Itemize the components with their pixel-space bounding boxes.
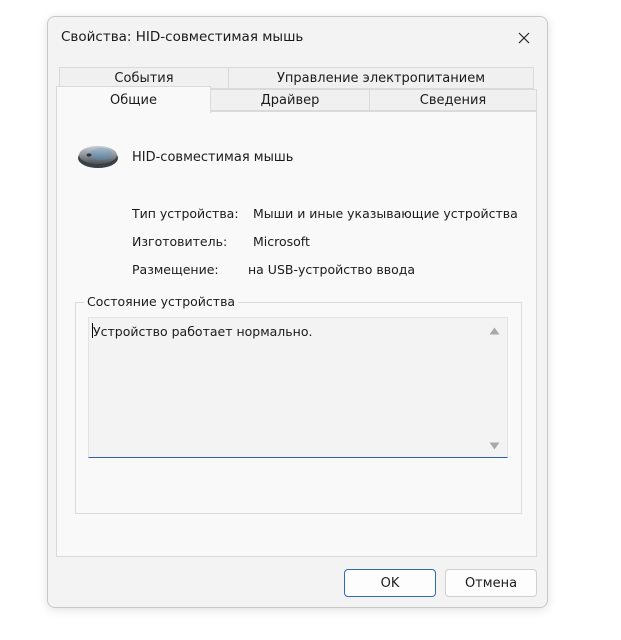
scroll-down-button[interactable] (488, 441, 501, 451)
device-status-group: Состояние устройства Устройство работает… (75, 294, 522, 514)
device-name: HID-совместимая мышь (132, 150, 294, 165)
device-status-text: Устройство работает нормально. (93, 324, 313, 339)
tab-power-management[interactable]: Управление электропитанием (228, 67, 534, 89)
location-label: Размещение: (132, 262, 219, 277)
device-type-value: Мыши и иные указывающие устройства (253, 206, 518, 221)
close-icon (518, 32, 530, 44)
location-value: на USB-устройство ввода (248, 262, 416, 277)
tab-driver-label: Драйвер (260, 92, 320, 108)
ok-button[interactable]: OK (344, 569, 436, 597)
device-type-label: Тип устройства: (132, 206, 239, 221)
tab-driver[interactable]: Драйвер (210, 89, 370, 111)
scroll-down-arrow-icon (489, 442, 500, 450)
tab-general[interactable]: Общие (56, 86, 211, 113)
scroll-up-arrow-icon (489, 327, 500, 335)
manufacturer-label: Изготовитель: (132, 234, 228, 249)
properties-dialog: Свойства: HID-совместимая мышь События У… (47, 16, 548, 608)
scroll-up-button[interactable] (488, 326, 501, 336)
manufacturer-value: Microsoft (253, 234, 310, 249)
title-bar: Свойства: HID-совместимая мышь (48, 17, 547, 59)
tab-details-label: Сведения (419, 92, 487, 108)
tab-power-management-label: Управление электропитанием (277, 70, 485, 86)
device-status-title: Состояние устройства (84, 294, 239, 309)
general-tab-panel: HID-совместимая мышь Тип устройства: Мыш… (56, 111, 537, 557)
device-status-textbox[interactable]: Устройство работает нормально. (88, 317, 508, 458)
tab-general-label: Общие (110, 92, 157, 108)
window-title: Свойства: HID-совместимая мышь (61, 29, 304, 45)
cancel-button[interactable]: Отмена (445, 569, 537, 597)
mouse-icon (78, 146, 118, 168)
tab-details[interactable]: Сведения (369, 89, 537, 111)
tab-events-label: События (114, 70, 174, 86)
close-button[interactable] (511, 25, 537, 51)
